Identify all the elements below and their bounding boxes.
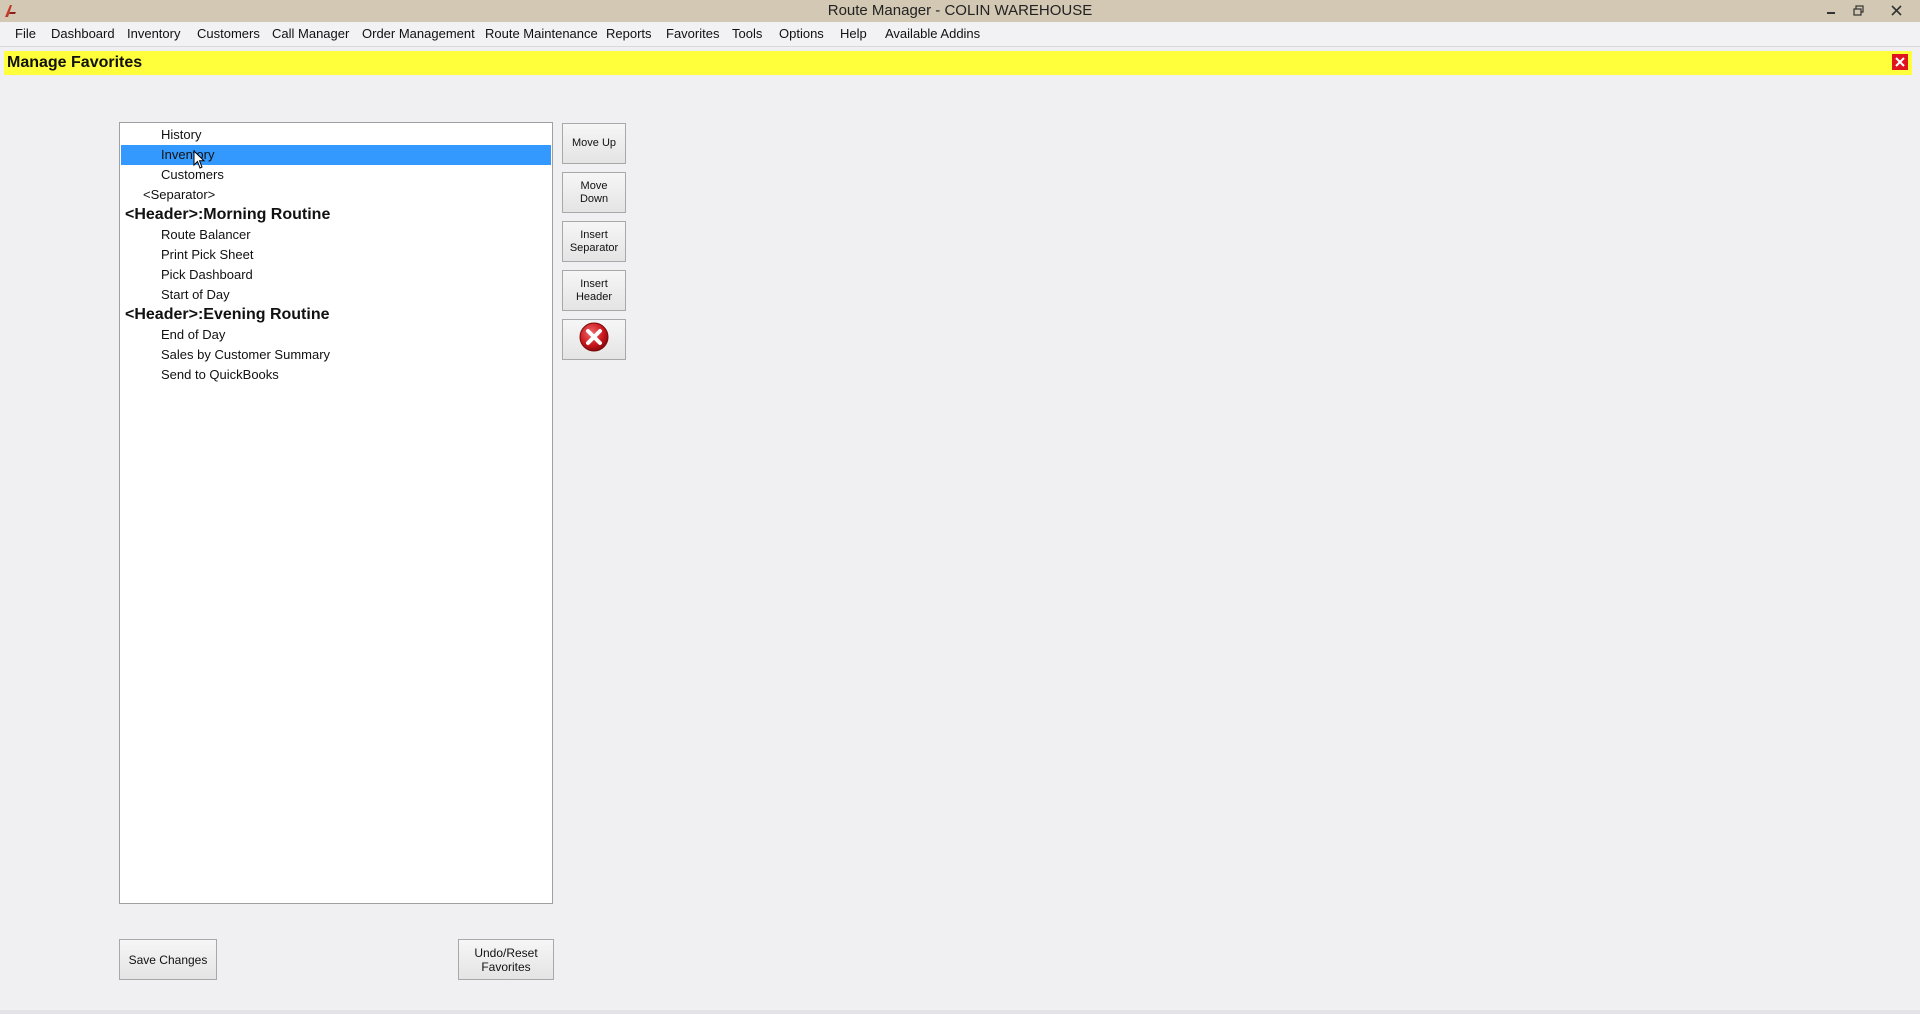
favorite-separator[interactable]: <Separator> [121, 185, 551, 205]
favorite-item-print-pick-sheet[interactable]: Print Pick Sheet [121, 245, 551, 265]
restore-icon[interactable] [1845, 0, 1871, 20]
undo-reset-favorites-button[interactable]: Undo/Reset Favorites [458, 939, 554, 980]
menu-tools[interactable]: Tools [726, 22, 768, 46]
title-bar: Route Manager - COLIN WAREHOUSE [0, 0, 1920, 22]
favorite-item-route-balancer[interactable]: Route Balancer [121, 225, 551, 245]
favorite-item-end-of-day[interactable]: End of Day [121, 325, 551, 345]
delete-x-icon [578, 321, 610, 358]
window-close-icon[interactable] [1880, 0, 1912, 20]
form-close-icon[interactable] [1892, 54, 1908, 70]
menu-dashboard[interactable]: Dashboard [45, 22, 121, 46]
favorite-item-send-to-quickbooks[interactable]: Send to QuickBooks [121, 365, 551, 385]
bottom-border [0, 1010, 1920, 1014]
menu-order-management[interactable]: Order Management [356, 22, 481, 46]
minimize-icon[interactable] [1818, 0, 1844, 20]
favorite-item-sales-by-customer-summary[interactable]: Sales by Customer Summary [121, 345, 551, 365]
move-down-button[interactable]: Move Down [562, 172, 626, 213]
app-window: Route Manager - COLIN WAREHOUSE File Das… [0, 0, 1920, 1014]
move-up-button[interactable]: Move Up [562, 123, 626, 164]
menu-favorites[interactable]: Favorites [660, 22, 725, 46]
menu-available-addins[interactable]: Available Addins [879, 22, 986, 46]
favorite-item-customers[interactable]: Customers [121, 165, 551, 185]
save-changes-button[interactable]: Save Changes [119, 939, 217, 980]
form-title: Manage Favorites [7, 54, 143, 71]
favorites-listbox[interactable]: History Inventory Customers <Separator> … [119, 122, 553, 904]
favorite-header-evening-routine[interactable]: <Header>:Evening Routine [121, 304, 551, 326]
menu-options[interactable]: Options [773, 22, 830, 46]
favorite-header-morning-routine[interactable]: <Header>:Morning Routine [121, 204, 551, 226]
menu-call-manager[interactable]: Call Manager [266, 22, 355, 46]
menu-bar: File Dashboard Inventory Customers Call … [0, 22, 1920, 47]
favorite-item-history[interactable]: History [121, 125, 551, 145]
favorite-item-start-of-day[interactable]: Start of Day [121, 285, 551, 305]
menu-help[interactable]: Help [834, 22, 873, 46]
menu-file[interactable]: File [9, 22, 42, 46]
insert-header-button[interactable]: Insert Header [562, 270, 626, 311]
favorite-item-inventory[interactable]: Inventory [121, 145, 551, 165]
delete-button[interactable] [562, 319, 626, 360]
menu-inventory[interactable]: Inventory [121, 22, 186, 46]
insert-separator-button[interactable]: Insert Separator [562, 221, 626, 262]
menu-route-maintenance[interactable]: Route Maintenance [479, 22, 604, 46]
menu-customers[interactable]: Customers [191, 22, 266, 46]
menu-reports[interactable]: Reports [600, 22, 658, 46]
form-header: Manage Favorites [4, 51, 1912, 75]
window-title: Route Manager - COLIN WAREHOUSE [827, 2, 1093, 19]
favorite-item-pick-dashboard[interactable]: Pick Dashboard [121, 265, 551, 285]
